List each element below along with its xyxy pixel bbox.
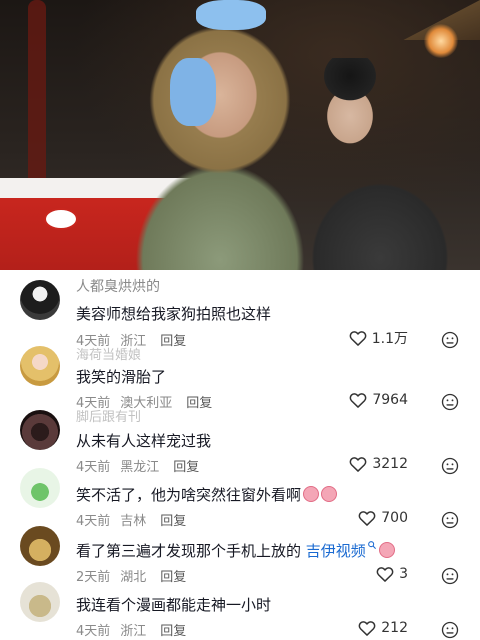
comment-username[interactable]: 脚后跟有刊 [76,406,141,425]
comment-time: 4天前 [76,514,111,529]
crying-laughing-emoji [378,542,395,558]
dislike-face-icon[interactable] [440,392,460,412]
like-count: 3 [399,566,408,582]
comment-time: 2天前 [76,570,111,585]
like-count: 7964 [372,392,408,408]
like-count: 212 [381,620,408,636]
like-count: 700 [381,510,408,526]
heart-outline-icon [349,393,367,408]
avatar[interactable] [20,346,60,386]
heart-outline-icon [358,621,376,636]
comment-text: 我连看个漫画都能走神一小时 [76,596,272,614]
video-person-secondary [300,58,480,270]
comment-meta: 4天前 浙江 回复 [76,620,196,639]
dislike-face-icon[interactable] [440,510,460,530]
reply-button[interactable]: 回复 [160,624,186,639]
reply-button[interactable]: 回复 [186,396,212,411]
search-icon[interactable] [367,540,377,550]
avatar[interactable] [20,526,60,566]
comment-text-body: 笑不活了，他为啥突然往窗外看啊 [76,486,302,504]
like-button[interactable]: 1.1万 [348,328,408,348]
comment-list[interactable]: 人都臭烘烘的 美容师想给我家狗拍照也这样 4天前 浙江 回复 1.1万 海荷当婚娘 … [0,270,480,640]
heart-outline-icon [349,331,367,346]
comment-item: 人都臭烘烘的 美容师想给我家狗拍照也这样 4天前 浙江 回复 1.1万 [0,270,480,349]
comment-meta: 4天前 吉林 回复 [76,510,196,529]
like-button[interactable]: 7964 [348,390,408,410]
comment-text: 看了第三遍才发现那个手机上放的 吉伊视频 [76,540,395,561]
comment-location: 浙江 [120,624,147,639]
comment-text: 美容师想给我家狗拍照也这样 [76,305,272,323]
crying-laughing-emoji [303,486,320,502]
comment-username[interactable]: 海荷当婚娘 [76,344,141,363]
comment-text: 从未有人这样宠过我 [76,432,212,450]
avatar[interactable] [20,582,60,622]
video-bow [196,0,266,30]
comment-location: 湖北 [120,570,147,585]
video-earmuff [170,58,216,126]
dislike-face-icon[interactable] [440,620,460,640]
video-player[interactable] [0,0,480,270]
avatar[interactable] [20,410,60,450]
comment-username[interactable]: 人都臭烘烘的 [76,276,160,296]
comment-item: 我连看个漫画都能走神一小时 4天前 浙江 回复 212 [0,582,480,640]
comment-item: 海荷当婚娘 我笑的滑胎了 4天前 澳大利亚 回复 7964 [0,344,480,411]
video-link[interactable]: 吉伊视频 [306,542,366,560]
reply-button[interactable]: 回复 [160,514,186,529]
avatar[interactable] [20,468,60,508]
comment-time: 4天前 [76,624,111,639]
avatar[interactable] [20,280,60,320]
like-button[interactable]: 3 [375,564,408,584]
comment-item: 脚后跟有刊 从未有人这样宠过我 4天前 黑龙江 回复 3212 [0,410,480,475]
comment-item: 笑不活了，他为啥突然往窗外看啊 4天前 吉林 回复 700 [0,468,480,530]
reply-button[interactable]: 回复 [160,570,186,585]
banner-logo [44,208,78,230]
like-button[interactable]: 212 [357,618,408,638]
comment-location: 吉林 [120,514,147,529]
comment-meta: 2天前 湖北 回复 [76,566,196,585]
heart-outline-icon [358,511,376,526]
like-count: 1.1万 [371,331,408,347]
like-button[interactable]: 700 [357,508,408,528]
comment-item: 看了第三遍才发现那个手机上放的 吉伊视频 2天前 湖北 回复 3 [0,526,480,586]
comment-text: 我笑的滑胎了 [76,368,167,386]
heart-outline-icon [376,567,394,582]
video-scene-lamp [424,24,458,58]
comment-text: 笑不活了，他为啥突然往窗外看啊 [76,484,338,505]
comment-text-body: 看了第三遍才发现那个手机上放的 [76,542,302,560]
dislike-face-icon[interactable] [440,566,460,586]
crying-laughing-emoji [321,486,338,502]
